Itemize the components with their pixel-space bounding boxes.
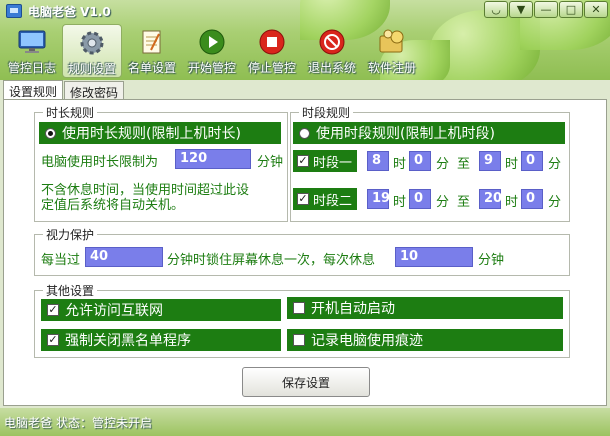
- register-button[interactable]: 软件注册: [362, 24, 422, 78]
- checkbox-checked-icon: ✓: [47, 333, 59, 346]
- register-icon: [377, 28, 407, 56]
- eye-suffix: 分钟: [478, 253, 505, 268]
- notepad-icon: [137, 28, 167, 56]
- tool-label: 退出系统: [307, 61, 356, 75]
- tool-label: 规则设置: [67, 62, 116, 76]
- status-app-name: 电脑老爸: [4, 415, 53, 430]
- limit-minutes-input[interactable]: 120: [175, 149, 251, 169]
- checkbox-label: 记录电脑使用痕迹: [311, 333, 423, 349]
- min-unit: 分: [436, 195, 450, 210]
- duration-rule-radio[interactable]: 使用时长规则(限制上机时长): [39, 122, 281, 144]
- limit-label: 电脑使用时长限制为: [41, 155, 159, 170]
- log-button[interactable]: 管控日志: [2, 24, 62, 78]
- title-bar[interactable]: 电脑老爸 V1.0: [6, 2, 111, 20]
- window-controls: ◡ ▼ — □ ✕: [484, 1, 608, 18]
- period2-checkbox[interactable]: ✓ 时段二: [293, 188, 357, 210]
- period1-end-hour[interactable]: 9: [479, 151, 501, 171]
- group-title: 时段规则: [299, 104, 354, 121]
- checkbox-unchecked-icon: [293, 302, 305, 314]
- period1-checkbox[interactable]: ✓ 时段一: [293, 150, 357, 172]
- note-line-2: 定值后系统将自动关机。: [41, 198, 185, 213]
- rest-input[interactable]: 10: [395, 247, 473, 267]
- period-rule-group: 时段规则 使用时段规则(限制上机时段) ✓ 时段一 8 时 0 分 至 9 时 …: [290, 104, 570, 222]
- period1-start-min[interactable]: 0: [409, 151, 431, 171]
- period-rule-radio[interactable]: 使用时段规则(限制上机时段): [293, 122, 565, 144]
- tab-rules[interactable]: 设置规则: [3, 80, 64, 100]
- period2-start-hour[interactable]: 19: [367, 189, 390, 209]
- hour-unit: 时: [393, 195, 407, 210]
- stop-control-button[interactable]: 停止管控: [242, 24, 302, 78]
- main-toolbar: 管控日志 规则设置 名单设置 开始管控 停止管控 退出系统 软件注册: [2, 24, 422, 78]
- to-label: 至: [457, 157, 471, 172]
- play-icon: [197, 28, 227, 56]
- to-label: 至: [457, 195, 471, 210]
- app-logo-icon: [6, 4, 22, 18]
- tool-label: 名单设置: [127, 61, 176, 75]
- radio-selected-icon: [45, 127, 56, 139]
- tool-label: 软件注册: [367, 61, 416, 75]
- kill-blacklist-checkbox[interactable]: ✓ 强制关闭黑名单程序: [41, 329, 281, 351]
- checkbox-checked-icon: ✓: [47, 303, 59, 316]
- monitor-icon: [17, 28, 47, 56]
- tool-label: 管控日志: [7, 61, 56, 75]
- window-header: 电脑老爸 V1.0 ◡ ▼ — □ ✕ 管控日志 规则设置 名单设置 开始管控 …: [0, 0, 610, 80]
- save-settings-button[interactable]: 保存设置: [242, 367, 370, 397]
- allow-internet-checkbox[interactable]: ✓ 允许访问互联网: [41, 299, 281, 321]
- min-unit: 分: [548, 195, 562, 210]
- stop-icon: [257, 28, 287, 56]
- close-button[interactable]: ✕: [584, 1, 608, 18]
- list-button[interactable]: 名单设置: [122, 24, 182, 78]
- eye-prefix: 每当过: [41, 253, 81, 268]
- radio-label: 使用时段规则(限制上机时段): [316, 126, 495, 142]
- period1-end-min[interactable]: 0: [521, 151, 543, 171]
- duration-rule-group: 时长规则 使用时长规则(限制上机时长) 电脑使用时长限制为 120 分钟 不含休…: [34, 104, 288, 222]
- hour-unit: 时: [505, 195, 519, 210]
- log-usage-checkbox[interactable]: 记录电脑使用痕迹: [287, 329, 563, 351]
- hour-unit: 时: [393, 157, 407, 172]
- tool-label: 开始管控: [187, 61, 236, 75]
- checkbox-unchecked-icon: [293, 334, 305, 346]
- maximize-button[interactable]: □: [559, 1, 583, 18]
- period1-start-hour[interactable]: 8: [367, 151, 389, 171]
- exit-button[interactable]: 退出系统: [302, 24, 362, 78]
- checkbox-label: 强制关闭黑名单程序: [65, 333, 191, 349]
- radio-unselected-icon: [299, 127, 310, 139]
- exit-icon: [317, 28, 347, 56]
- minimize-button[interactable]: —: [534, 1, 558, 18]
- eye-protection-group: 视力保护 每当过 40 分钟时锁住屏幕休息一次，每次休息 10 分钟: [34, 226, 570, 276]
- radio-label: 使用时长规则(限制上机时长): [62, 126, 241, 142]
- interval-input[interactable]: 40: [85, 247, 163, 267]
- tab-password[interactable]: 修改密码: [64, 81, 125, 100]
- min-unit: 分: [548, 157, 562, 172]
- period2-end-min[interactable]: 0: [521, 189, 543, 209]
- menu-button[interactable]: ▼: [509, 1, 533, 18]
- tab-strip: 设置规则 修改密码: [3, 80, 125, 100]
- other-settings-group: 其他设置 ✓ 允许访问互联网 开机自动启动 ✓ 强制关闭黑名单程序 记录电脑使用…: [34, 282, 570, 358]
- eye-middle: 分钟时锁住屏幕休息一次，每次休息: [167, 253, 376, 268]
- checkbox-label: 允许访问互联网: [65, 303, 163, 319]
- status-bar: 电脑老爸 状态：管控未开启: [0, 408, 610, 436]
- group-title: 其他设置: [43, 282, 98, 299]
- period2-label: 时段二: [313, 193, 353, 209]
- skin-button[interactable]: ◡: [484, 1, 508, 18]
- group-title: 视力保护: [43, 226, 98, 243]
- auto-start-checkbox[interactable]: 开机自动启动: [287, 297, 563, 319]
- checkbox-label: 开机自动启动: [311, 301, 395, 317]
- checkbox-checked-icon: ✓: [297, 154, 309, 167]
- period1-label: 时段一: [313, 155, 353, 171]
- period2-end-hour[interactable]: 20: [479, 189, 502, 209]
- min-unit: 分: [436, 157, 450, 172]
- period2-start-min[interactable]: 0: [409, 189, 431, 209]
- limit-unit: 分钟: [257, 155, 284, 170]
- tool-label: 停止管控: [247, 61, 296, 75]
- start-control-button[interactable]: 开始管控: [182, 24, 242, 78]
- settings-panel: 时长规则 使用时长规则(限制上机时长) 电脑使用时长限制为 120 分钟 不含休…: [3, 99, 607, 406]
- status-text: 状态：管控未开启: [56, 415, 153, 430]
- rules-button[interactable]: 规则设置: [62, 24, 122, 78]
- window-title: 电脑老爸 V1.0: [28, 4, 111, 19]
- gear-icon: [77, 29, 107, 57]
- checkbox-checked-icon: ✓: [297, 192, 309, 205]
- hour-unit: 时: [505, 157, 519, 172]
- group-title: 时长规则: [43, 104, 98, 121]
